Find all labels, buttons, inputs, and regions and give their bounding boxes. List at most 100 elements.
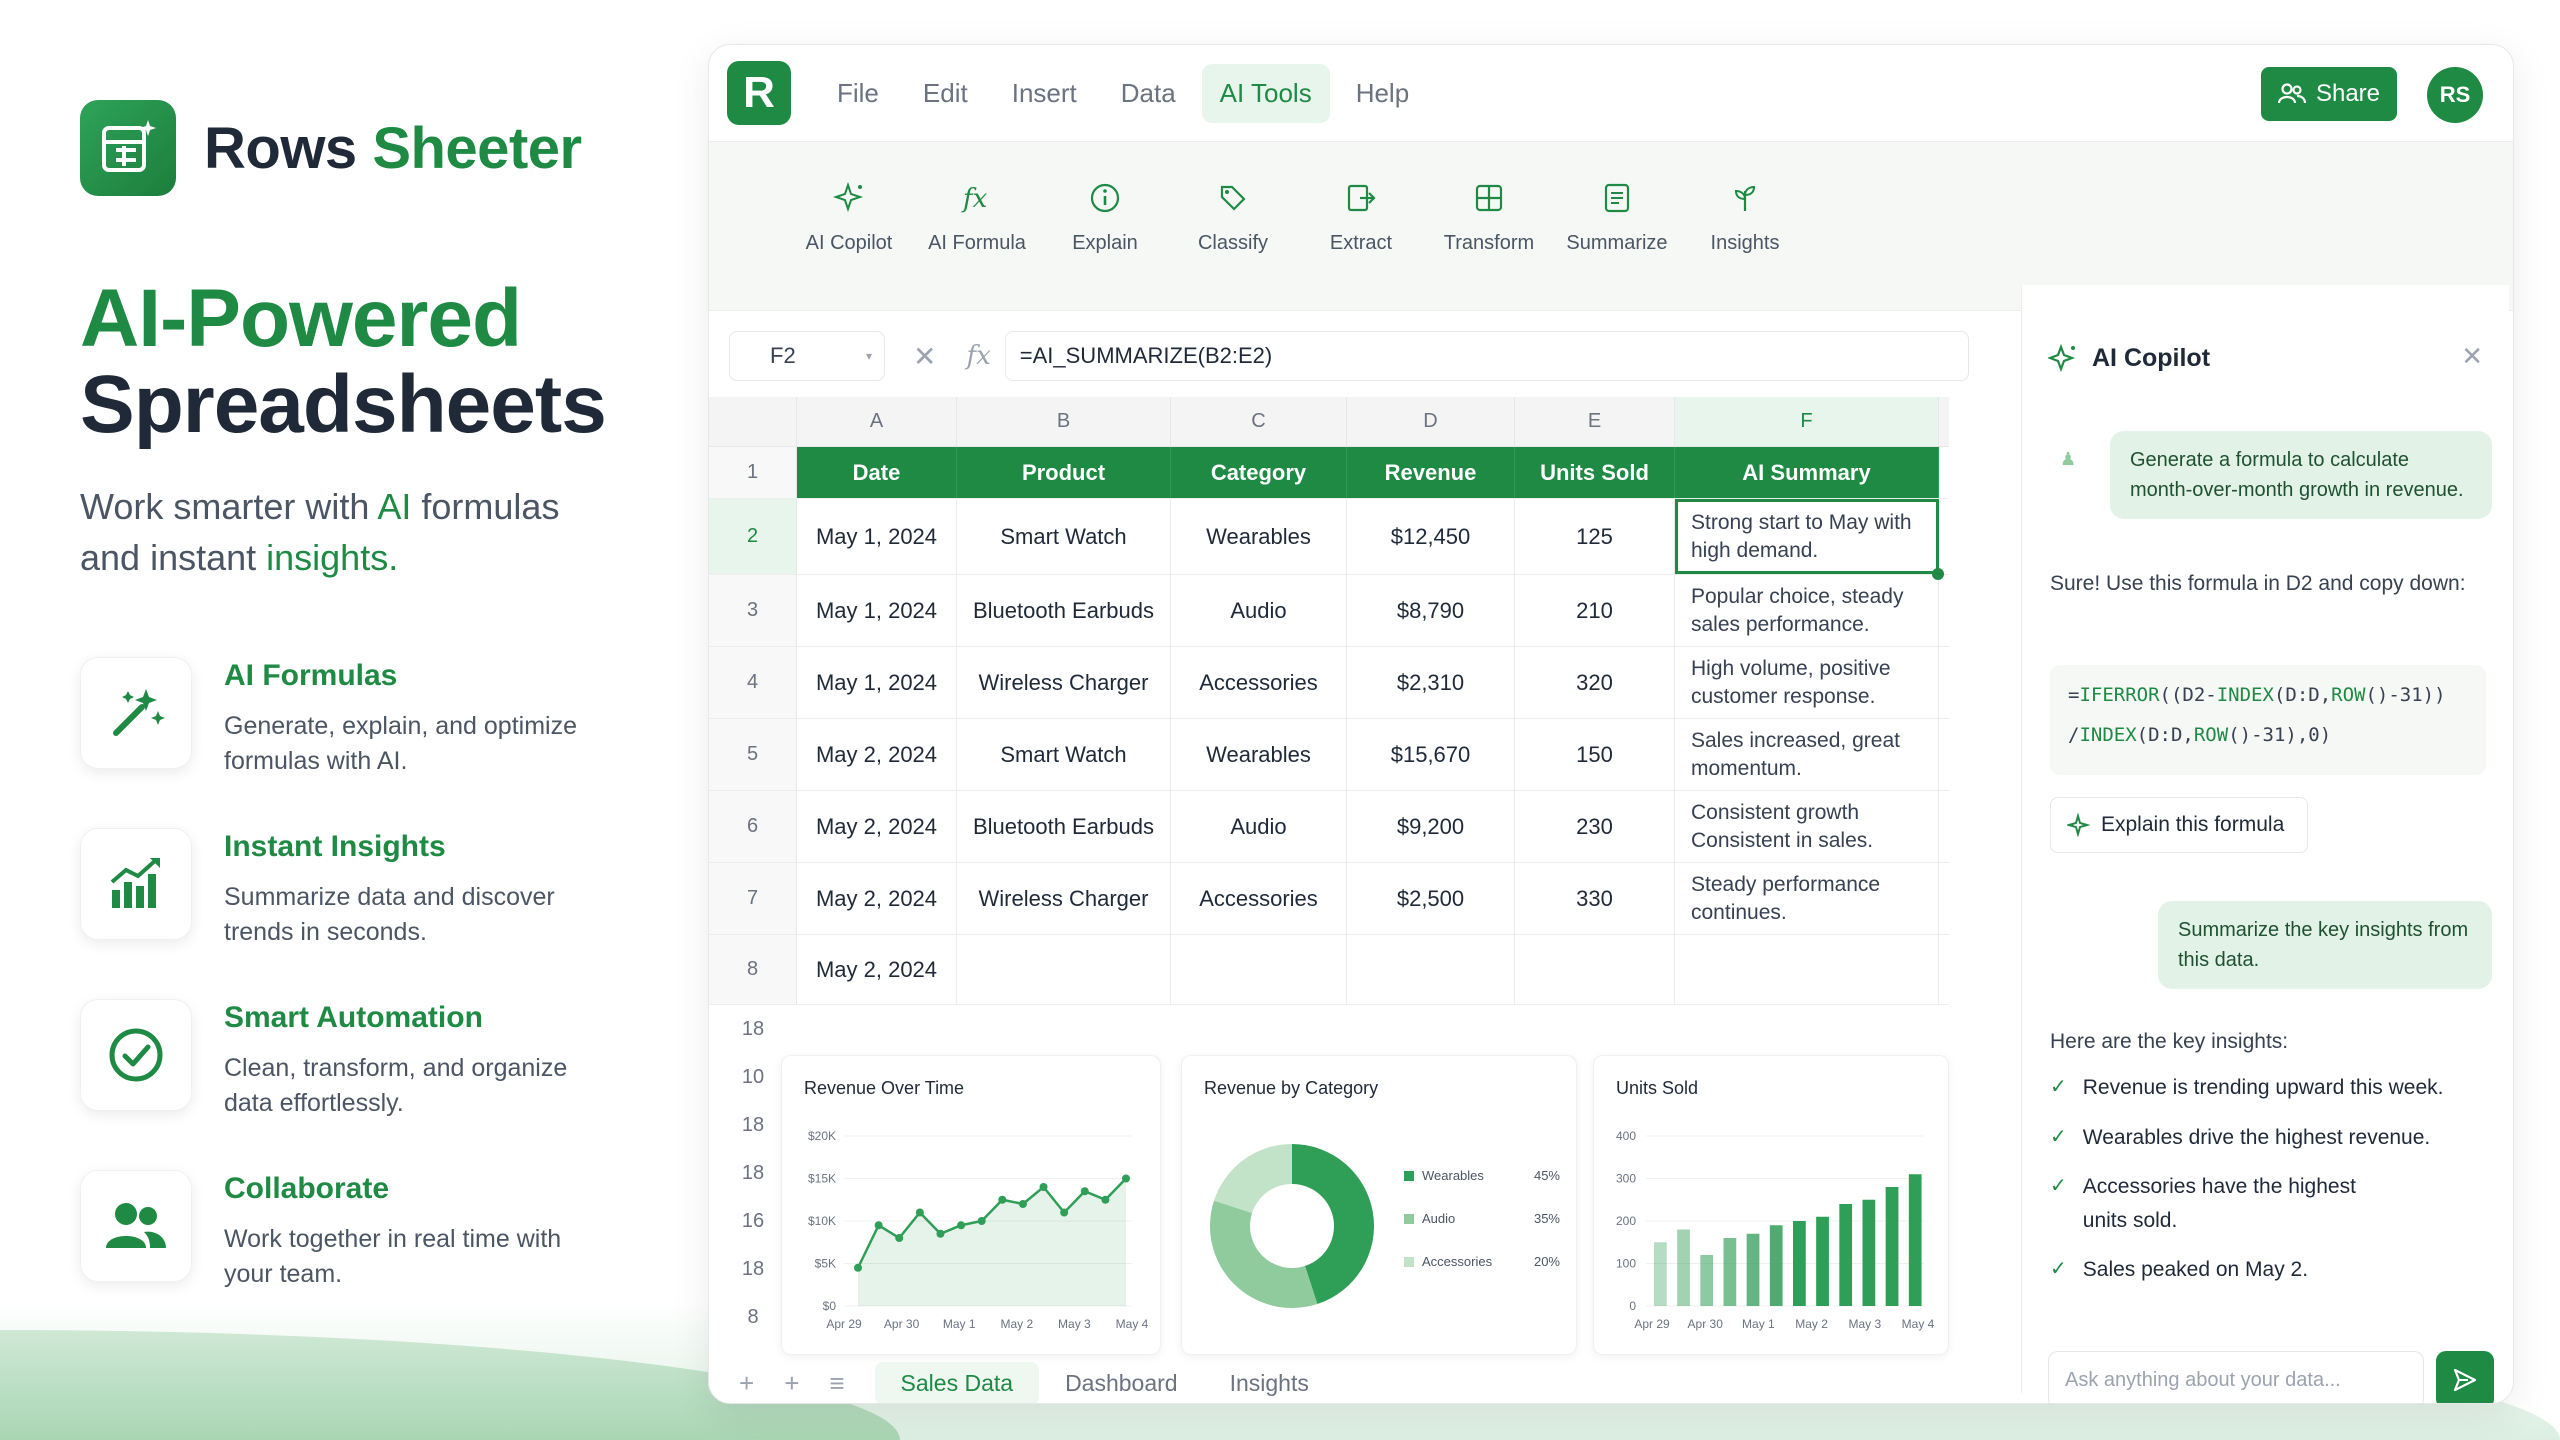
cell[interactable]: $2,310 <box>1347 647 1515 718</box>
menu-file[interactable]: File <box>819 64 897 123</box>
cell[interactable]: $9,200 <box>1347 791 1515 862</box>
cell[interactable]: May 2, 2024 <box>797 863 957 934</box>
column-header-d[interactable]: D <box>1347 397 1515 446</box>
cell[interactable]: May 2, 2024 <box>797 935 957 1004</box>
menu-insert[interactable]: Insert <box>994 64 1095 123</box>
tool-transform[interactable]: Transform <box>1429 142 1549 310</box>
explain-formula-button[interactable]: Explain this formula <box>2050 797 2308 853</box>
cell[interactable]: Wireless Charger <box>957 863 1171 934</box>
header-cell[interactable]: Date <box>797 447 957 498</box>
cell[interactable]: 230 <box>1515 791 1675 862</box>
selected-cell[interactable]: Strong start to May with high demand. <box>1675 499 1944 580</box>
header-cell[interactable]: Category <box>1171 447 1347 498</box>
check-icon: ✓ <box>2050 1258 2067 1281</box>
tab-sales-data[interactable]: Sales Data <box>874 1361 1040 1403</box>
cell[interactable]: May 1, 2024 <box>797 499 957 574</box>
cell[interactable] <box>1675 935 1939 1004</box>
send-button[interactable] <box>2436 1351 2494 1403</box>
cell[interactable]: $15,670 <box>1347 719 1515 790</box>
chart-revenue-by-category[interactable]: Revenue by Category Wearables 45% Audio 35%… <box>1181 1055 1577 1355</box>
cell[interactable]: 125 <box>1515 499 1675 574</box>
column-header-c[interactable]: C <box>1171 397 1347 446</box>
cell[interactable]: Audio <box>1171 791 1347 862</box>
cell[interactable]: Sales increased, great momentum. <box>1675 719 1939 790</box>
add-sheet-icon[interactable]: + <box>784 1368 799 1399</box>
cell[interactable]: $8,790 <box>1347 575 1515 646</box>
column-header-e[interactable]: E <box>1515 397 1675 446</box>
row-number[interactable]: 2 <box>709 499 797 574</box>
menu-edit[interactable]: Edit <box>905 64 986 123</box>
header-cell[interactable]: Units Sold <box>1515 447 1675 498</box>
share-button[interactable]: Share <box>2261 67 2397 121</box>
cancel-icon[interactable]: ✕ <box>913 340 936 373</box>
chart-revenue-over-time[interactable]: Revenue Over Time $20K $15K $10K $5K $0 Apr 2… <box>781 1055 1161 1355</box>
chart-units-sold[interactable]: Units Sold 400 300 200 100 0 Apr 29 Apr 30 May … <box>1593 1055 1949 1355</box>
cell[interactable] <box>957 935 1171 1004</box>
column-header-a[interactable]: A <box>797 397 957 446</box>
cell[interactable]: 150 <box>1515 719 1675 790</box>
menu-help[interactable]: Help <box>1338 64 1427 123</box>
row-number[interactable]: 4 <box>709 647 797 718</box>
cell[interactable]: Steady performance continues. <box>1675 863 1939 934</box>
cell[interactable]: $12,450 <box>1347 499 1515 574</box>
cell[interactable]: May 2, 2024 <box>797 791 957 862</box>
cell[interactable]: High volume, positive customer response. <box>1675 647 1939 718</box>
cell[interactable]: Audio <box>1171 575 1347 646</box>
tab-insights[interactable]: Insights <box>1204 1362 1335 1404</box>
row-number[interactable]: 6 <box>709 791 797 862</box>
select-all-corner[interactable] <box>709 397 797 446</box>
row-number[interactable]: 18 <box>709 1005 797 1053</box>
cell[interactable]: Wireless Charger <box>957 647 1171 718</box>
tab-dashboard[interactable]: Dashboard <box>1039 1362 1204 1404</box>
header-cell[interactable]: AI Summary <box>1675 447 1939 498</box>
cell[interactable]: Accessories <box>1171 863 1347 934</box>
tool-summarize[interactable]: Summarize <box>1557 142 1677 310</box>
close-icon[interactable]: ✕ <box>2461 341 2483 372</box>
copilot-input[interactable]: Ask anything about your data... <box>2048 1351 2424 1403</box>
tool-ai-copilot[interactable]: AI Copilot <box>789 142 909 310</box>
cell[interactable]: May 1, 2024 <box>797 575 957 646</box>
cell[interactable]: Consistent growth Consistent in sales. <box>1675 791 1939 862</box>
cell[interactable]: Bluetooth Earbuds <box>957 791 1171 862</box>
cell[interactable]: Bluetooth Earbuds <box>957 575 1171 646</box>
row-number[interactable]: 3 <box>709 575 797 646</box>
cell[interactable] <box>1171 935 1347 1004</box>
cell[interactable]: 330 <box>1515 863 1675 934</box>
plus-icon[interactable]: + <box>739 1368 754 1399</box>
column-header-f[interactable]: F <box>1675 397 1939 446</box>
row-number[interactable]: 1 <box>709 447 797 498</box>
cell[interactable] <box>1515 935 1675 1004</box>
header-cell[interactable]: Revenue <box>1347 447 1515 498</box>
tool-ai-formula[interactable]: fx AI Formula <box>917 142 1037 310</box>
column-header-b[interactable]: B <box>957 397 1171 446</box>
cell[interactable]: Popular choice, steady sales performance… <box>1675 575 1939 646</box>
header-cell[interactable]: Product <box>957 447 1171 498</box>
formula-code-block[interactable]: =IFERROR((D2-INDEX(D:D,ROW()-31)) /INDEX… <box>2050 665 2486 775</box>
cell-reference-box[interactable]: F2 ▾ <box>729 331 885 381</box>
row-number[interactable]: 7 <box>709 863 797 934</box>
menu-data[interactable]: Data <box>1103 64 1194 123</box>
cell[interactable]: Accessories <box>1171 647 1347 718</box>
app-logo[interactable]: R <box>727 61 791 125</box>
cell[interactable]: $2,500 <box>1347 863 1515 934</box>
row-number[interactable]: 8 <box>709 935 797 1004</box>
cell[interactable]: Smart Watch <box>957 499 1171 574</box>
cell[interactable]: Smart Watch <box>957 719 1171 790</box>
cell[interactable]: Wearables <box>1171 499 1347 574</box>
cell[interactable]: Wearables <box>1171 719 1347 790</box>
tool-explain[interactable]: Explain <box>1045 142 1165 310</box>
tool-insights[interactable]: Insights <box>1685 142 1805 310</box>
cell[interactable]: 320 <box>1515 647 1675 718</box>
menu-icon[interactable]: ≡ <box>829 1368 844 1399</box>
formula-input[interactable]: =AI_SUMMARIZE(B2:E2) <box>1004 331 1969 381</box>
cell[interactable]: May 2, 2024 <box>797 719 957 790</box>
cell[interactable] <box>1347 935 1515 1004</box>
tool-classify[interactable]: Classify <box>1173 142 1293 310</box>
cell[interactable]: 210 <box>1515 575 1675 646</box>
avatar[interactable]: RS <box>2427 67 2483 123</box>
tool-extract[interactable]: Extract <box>1301 142 1421 310</box>
menu-ai-tools[interactable]: AI Tools <box>1201 63 1330 145</box>
row-number[interactable]: 5 <box>709 719 797 790</box>
transform-icon <box>1469 178 1509 218</box>
cell[interactable]: May 1, 2024 <box>797 647 957 718</box>
